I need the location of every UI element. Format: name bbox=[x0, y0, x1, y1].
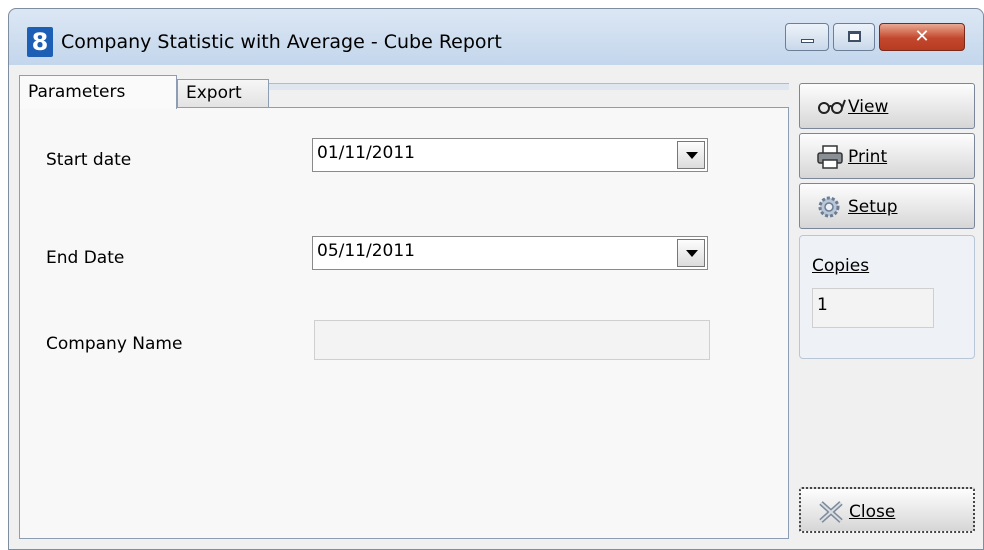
minimize-button[interactable] bbox=[785, 23, 829, 51]
end-date-value: 05/11/2011 bbox=[317, 241, 415, 261]
printer-icon bbox=[816, 144, 843, 169]
company-name-field[interactable] bbox=[314, 320, 710, 360]
tab-export-label: Export bbox=[186, 83, 242, 103]
view-button[interactable]: View bbox=[799, 83, 975, 129]
chevron-down-icon bbox=[686, 152, 698, 159]
end-date-label: End Date bbox=[46, 248, 125, 268]
maximize-icon bbox=[848, 31, 861, 42]
maximize-button[interactable] bbox=[833, 23, 875, 51]
start-date-label: Start date bbox=[46, 150, 132, 170]
print-button-label: Print bbox=[848, 147, 888, 167]
parameters-panel: Start date 01/11/2011 End Date 05/11/201… bbox=[19, 107, 789, 539]
start-date-dropdown-button[interactable] bbox=[677, 141, 705, 169]
close-button[interactable]: Close bbox=[799, 487, 975, 533]
close-x-icon: ✕ bbox=[914, 26, 930, 47]
copies-field[interactable]: 1 bbox=[812, 288, 934, 328]
copies-label: Copies bbox=[812, 256, 870, 276]
setup-button-label: Setup bbox=[848, 197, 898, 217]
start-date-combo[interactable]: 01/11/2011 bbox=[312, 138, 708, 172]
start-date-value: 01/11/2011 bbox=[317, 143, 415, 163]
client-area: Parameters Export Start date 01/11/2011 … bbox=[9, 65, 983, 549]
tab-export[interactable]: Export bbox=[177, 79, 269, 107]
setup-button[interactable]: Setup bbox=[799, 183, 975, 229]
tab-parameters[interactable]: Parameters bbox=[19, 75, 177, 109]
tab-strip: Parameters Export bbox=[19, 75, 789, 109]
close-button-label: Close bbox=[849, 502, 896, 522]
end-date-combo[interactable]: 05/11/2011 bbox=[312, 236, 708, 270]
app-logo-icon: 8 bbox=[27, 27, 53, 57]
minimize-icon bbox=[801, 39, 814, 43]
end-date-dropdown-button[interactable] bbox=[677, 239, 705, 267]
glasses-icon bbox=[816, 94, 846, 118]
gear-icon bbox=[816, 194, 842, 218]
window-close-button[interactable]: ✕ bbox=[879, 23, 965, 51]
close-cross-icon bbox=[817, 499, 843, 523]
view-button-label: View bbox=[848, 97, 889, 117]
action-sidebar: View Print Setup Copies 1 Close bbox=[799, 75, 977, 545]
tab-strip-edge bbox=[269, 83, 789, 90]
copies-group: Copies 1 bbox=[799, 235, 975, 359]
chevron-down-icon bbox=[686, 250, 698, 257]
tab-parameters-label: Parameters bbox=[28, 82, 126, 102]
window-title: Company Statistic with Average - Cube Re… bbox=[61, 31, 502, 53]
report-window: 8 Company Statistic with Average - Cube … bbox=[8, 8, 984, 550]
print-button[interactable]: Print bbox=[799, 133, 975, 179]
title-bar[interactable]: 8 Company Statistic with Average - Cube … bbox=[9, 9, 983, 65]
edge-marker bbox=[0, 232, 6, 250]
company-name-label: Company Name bbox=[46, 334, 183, 354]
